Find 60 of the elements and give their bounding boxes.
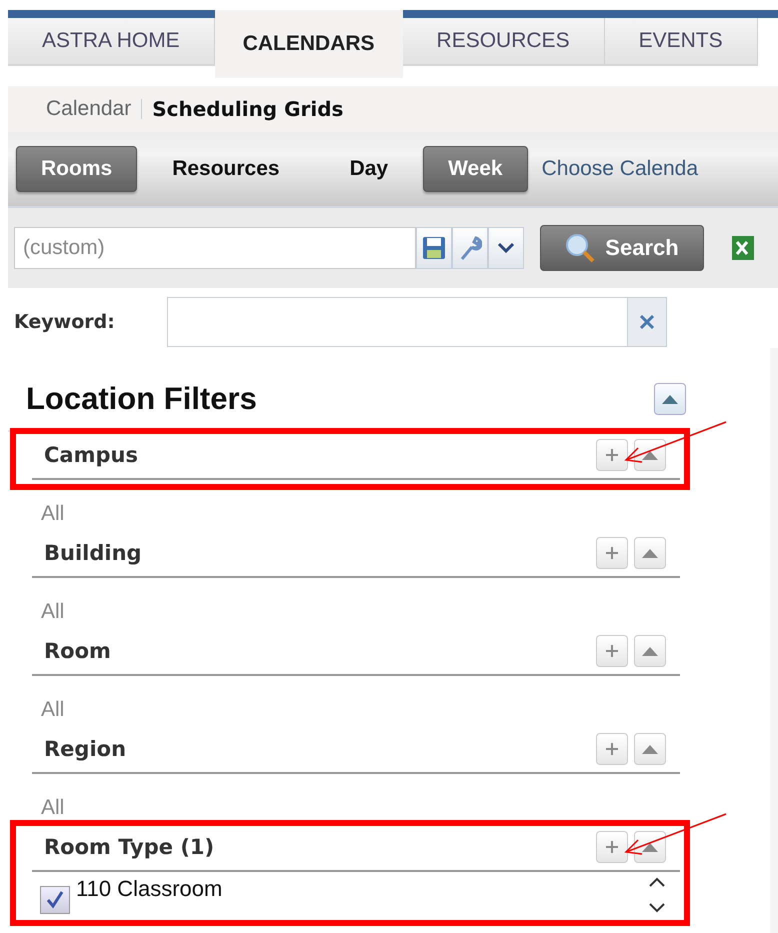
triangle-up-icon bbox=[662, 394, 678, 404]
add-button[interactable] bbox=[596, 537, 628, 569]
nav-tab[interactable]: EVENTS bbox=[604, 18, 758, 66]
nav-tab[interactable]: ASTRA HOME bbox=[8, 18, 215, 66]
keyword-label: Keyword: bbox=[14, 311, 115, 333]
close-icon bbox=[640, 315, 654, 329]
clear-button[interactable] bbox=[626, 298, 666, 346]
triangle-up-icon bbox=[642, 646, 658, 656]
filter-value: All bbox=[40, 795, 66, 821]
collapse-button[interactable] bbox=[634, 733, 666, 765]
filter-title: Room Type (1) bbox=[44, 835, 214, 859]
add-button[interactable] bbox=[596, 439, 628, 471]
filter-title: Campus bbox=[44, 443, 138, 467]
collapse-button[interactable] bbox=[634, 439, 666, 471]
save-button[interactable] bbox=[416, 227, 452, 269]
collapse-button[interactable] bbox=[634, 537, 666, 569]
triangle-up-icon bbox=[642, 842, 658, 852]
panel-title: Location Filters bbox=[26, 381, 257, 417]
filter-title: Room bbox=[44, 639, 111, 663]
search-icon bbox=[565, 233, 596, 263]
collapse-button[interactable] bbox=[634, 831, 666, 863]
view-toggle[interactable]: Week bbox=[423, 146, 528, 192]
triangle-up-icon bbox=[642, 548, 658, 558]
search-button[interactable]: Search bbox=[540, 225, 704, 271]
chevron-down-icon bbox=[497, 242, 515, 254]
checkbox[interactable] bbox=[40, 886, 70, 914]
breadcrumb-link[interactable]: Scheduling Grids bbox=[152, 97, 344, 121]
view-toggle[interactable]: Rooms bbox=[16, 146, 138, 192]
add-button[interactable] bbox=[596, 831, 628, 863]
option-label: 110 Classroom bbox=[76, 876, 222, 902]
filter-title: Building bbox=[44, 541, 142, 565]
spreadsheet-icon[interactable] bbox=[732, 234, 754, 262]
plus-icon bbox=[605, 840, 619, 854]
check-icon bbox=[46, 891, 64, 909]
triangle-up-icon bbox=[642, 450, 658, 460]
nav-tab[interactable]: CALENDARS bbox=[214, 10, 403, 78]
collapse-button[interactable] bbox=[634, 635, 666, 667]
plus-icon bbox=[605, 448, 619, 462]
view-toggle[interactable]: Day bbox=[314, 146, 424, 192]
wrench-icon bbox=[458, 235, 482, 261]
filter-value: All bbox=[40, 697, 66, 723]
plus-icon bbox=[605, 546, 619, 560]
nav-tab[interactable]: RESOURCES bbox=[402, 18, 605, 66]
plus-icon bbox=[605, 742, 619, 756]
triangle-up-icon bbox=[642, 744, 658, 754]
plus-icon bbox=[605, 644, 619, 658]
view-toggle[interactable]: Resources bbox=[137, 146, 315, 192]
saved-search-field[interactable]: (custom) bbox=[14, 227, 416, 269]
add-button[interactable] bbox=[596, 733, 628, 765]
dropdown-button[interactable] bbox=[488, 227, 524, 269]
keyword-field[interactable] bbox=[166, 297, 667, 347]
breadcrumb-link[interactable]: Calendar bbox=[46, 97, 132, 121]
filter-value: All bbox=[40, 501, 66, 527]
filter-title: Region bbox=[44, 737, 126, 761]
add-button[interactable] bbox=[596, 635, 628, 667]
filter-value: All bbox=[40, 599, 66, 625]
collapse-button[interactable] bbox=[654, 383, 686, 415]
save-icon bbox=[422, 236, 446, 260]
choose-calendar-link[interactable]: Choose Calenda bbox=[528, 157, 698, 181]
scroll-arrows-icon[interactable] bbox=[648, 876, 666, 914]
